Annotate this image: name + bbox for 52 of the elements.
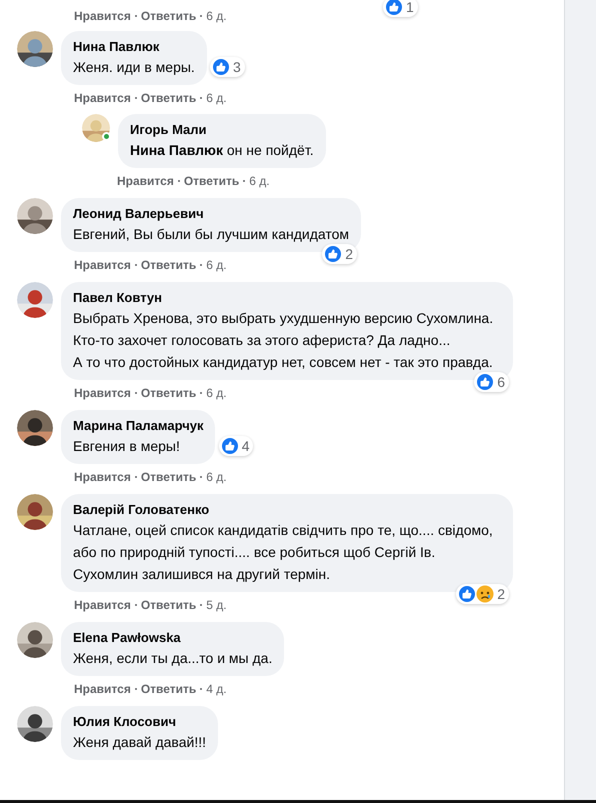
comment-text: Евгений, Вы были бы лучшим кандидатом <box>73 225 350 244</box>
like-icon <box>212 58 230 76</box>
comment-author[interactable]: Павел Ковтун <box>73 289 501 307</box>
comment-author[interactable]: Игорь Мали <box>130 121 314 139</box>
like-link[interactable]: Нравится <box>74 256 131 274</box>
comment-time[interactable]: 6 д. <box>206 256 227 274</box>
comment-text: Нина Павлюк он не пойдёт. <box>130 141 314 160</box>
comment-text: Женя, если ты да...то и мы да. <box>73 649 272 668</box>
reaction-badge[interactable]: 6 <box>474 372 509 392</box>
like-link[interactable]: Нравится <box>74 468 131 486</box>
comment-time[interactable]: 6 д. <box>206 89 227 107</box>
reaction-badge[interactable]: 1 <box>383 0 418 17</box>
comment-author[interactable]: Нина Павлюк <box>73 38 195 56</box>
comment-time[interactable]: 6 д. <box>206 384 227 402</box>
like-link[interactable]: Нравится <box>117 172 174 190</box>
comment-author[interactable]: Марина Паламарчук <box>73 417 204 435</box>
comment-author[interactable]: Elena Pawłowska <box>73 629 272 647</box>
comment-author[interactable]: Валерій Головатенко <box>73 501 501 519</box>
like-link[interactable]: Нравится <box>74 384 131 402</box>
comment-time[interactable]: 6 д. <box>206 7 227 25</box>
like-icon <box>324 245 342 263</box>
reply-link[interactable]: Ответить <box>140 468 196 486</box>
reply-link[interactable]: Ответить <box>140 596 196 614</box>
comment-author[interactable]: Леонид Валерьевич <box>73 205 350 223</box>
like-link[interactable]: Нравится <box>74 680 131 698</box>
reply-link[interactable]: Ответить <box>184 172 240 190</box>
sad-face-icon <box>476 585 494 603</box>
reply-link[interactable]: Ответить <box>140 384 196 402</box>
comment-text: Чатлане, оцей список кандидатів свідчить про те, що.... свідомо, або по природній тупості.... все робиться щоб Сергій Ів. Сухомлин залишився на другий термін. <box>73 521 494 584</box>
reply-link[interactable]: Ответить <box>140 256 196 274</box>
reaction-badge[interactable]: 4 <box>218 436 254 456</box>
comment-time[interactable]: 5 д. <box>206 596 227 614</box>
like-link[interactable]: Нравится <box>74 7 131 25</box>
like-icon <box>476 373 494 391</box>
reaction-badge[interactable]: 2 <box>456 584 509 604</box>
reply-link[interactable]: Ответить <box>140 89 196 107</box>
like-link[interactable]: Нравится <box>74 89 131 107</box>
like-link[interactable]: Нравится <box>74 596 131 614</box>
comment-text: Женя давай давай!!! <box>73 733 206 752</box>
comment-time[interactable]: 4 д. <box>206 680 227 698</box>
comment-text: Выбрать Хренова, это выбрать ухудшенную версию Сухомлина. Кто-то захочет голосовать за этого афериста? Да ладно... А то что достойных кандидатур нет, совсем нет - так это правда. <box>73 309 494 372</box>
reaction-badge[interactable]: 3 <box>210 57 245 77</box>
comment-text: Женя. иди в меры. <box>73 58 195 77</box>
like-icon <box>458 585 476 603</box>
reply-link[interactable]: Ответить <box>140 680 196 698</box>
reaction-badge[interactable]: 2 <box>322 244 358 264</box>
comment-time[interactable]: 6 д. <box>206 468 227 486</box>
like-icon <box>220 437 239 455</box>
comment-time[interactable]: 6 д. <box>249 172 270 190</box>
comment-author[interactable]: Юлия Клосович <box>73 713 206 731</box>
comment-text: Евгения в меры! <box>73 437 181 456</box>
reply-link[interactable]: Ответить <box>140 7 196 25</box>
